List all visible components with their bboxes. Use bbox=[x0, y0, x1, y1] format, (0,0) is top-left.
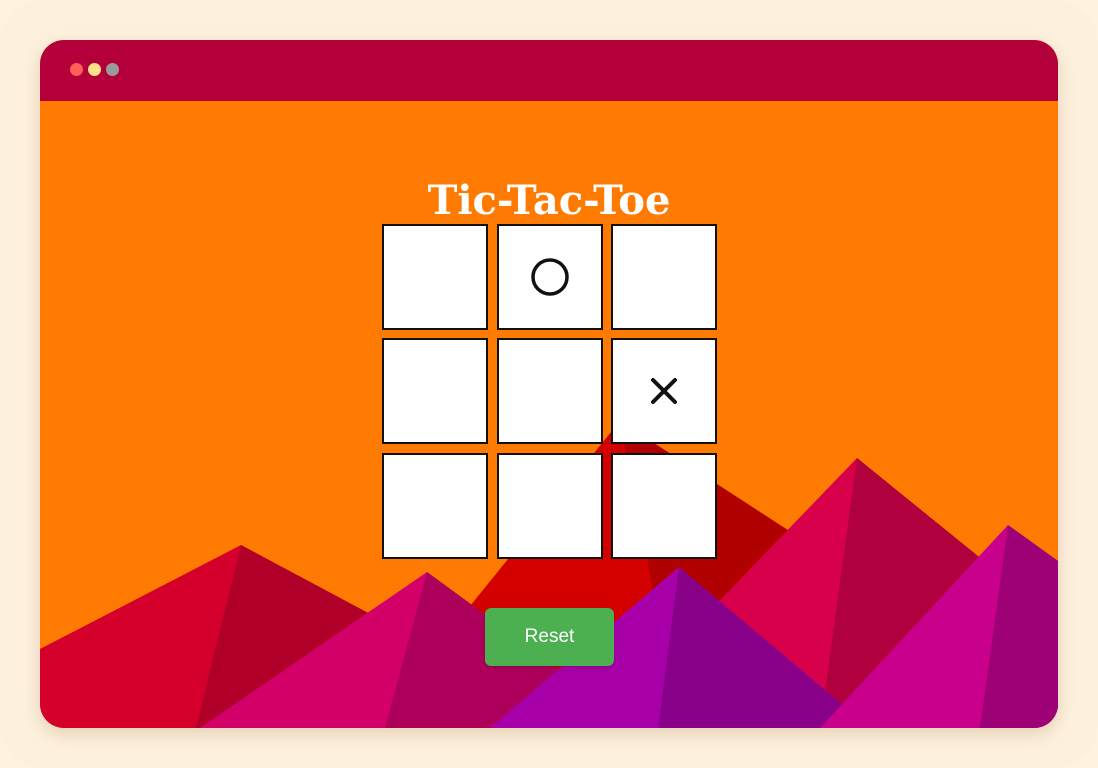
board-cell[interactable] bbox=[497, 338, 603, 444]
app-window: Tic-Tac-Toe Reset bbox=[40, 40, 1058, 728]
close-window-dot[interactable] bbox=[70, 63, 83, 76]
reset-button[interactable]: Reset bbox=[485, 608, 614, 666]
board-cell[interactable] bbox=[611, 453, 717, 559]
x-mark-icon bbox=[651, 378, 677, 404]
title-bar bbox=[40, 40, 1058, 101]
board-cell[interactable] bbox=[382, 453, 488, 559]
board-cell[interactable] bbox=[611, 224, 717, 330]
game-title: Tic-Tac-Toe bbox=[427, 177, 671, 224]
minimize-window-dot[interactable] bbox=[88, 63, 101, 76]
board-cell[interactable] bbox=[382, 224, 488, 330]
board-cell-x[interactable] bbox=[611, 338, 717, 444]
game-board bbox=[382, 224, 717, 559]
board-cell[interactable] bbox=[382, 338, 488, 444]
maximize-window-dot[interactable] bbox=[106, 63, 119, 76]
o-mark-icon bbox=[531, 258, 569, 296]
board-cell[interactable] bbox=[497, 453, 603, 559]
game-area: Tic-Tac-Toe Reset bbox=[40, 101, 1058, 728]
board-cell-o[interactable] bbox=[497, 224, 603, 330]
